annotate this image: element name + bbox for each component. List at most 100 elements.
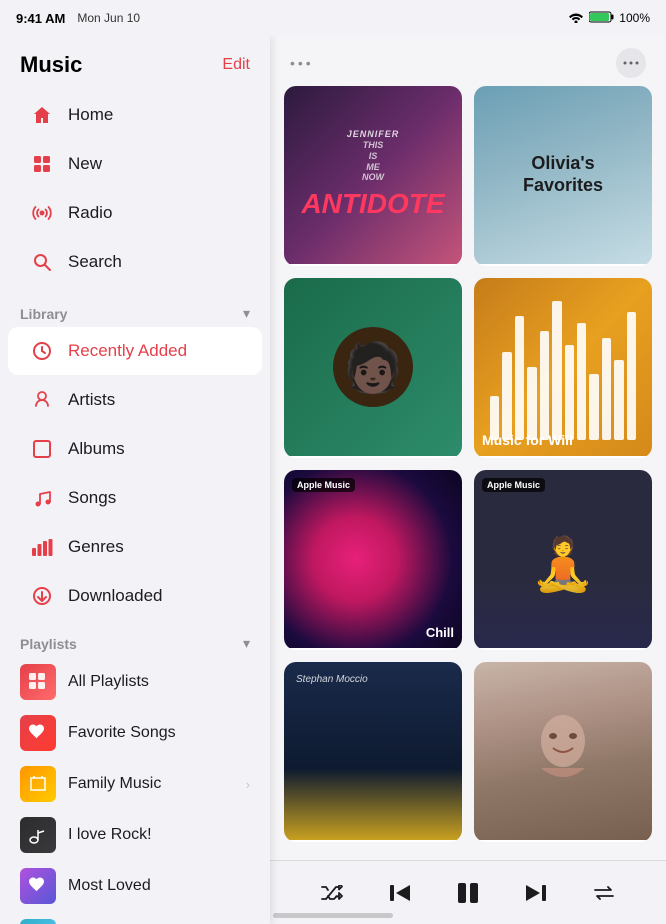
album-card-dannys-mix[interactable]: 🧑🏿 Danny's Mix Playlist — [284, 278, 462, 458]
album-card-in-my-room[interactable]: Apple Music 🧘 In My Room Apple Music Pop — [474, 470, 652, 650]
genres-icon — [28, 533, 56, 561]
family-music-label: Family Music — [68, 775, 246, 793]
playlist-thumb-irock — [20, 817, 56, 853]
album-info-shakira: Las Mujeres Ya No Lloran ★ Shakira — [474, 840, 652, 842]
recently-added-label: Recently Added — [68, 341, 187, 361]
playlist-thumb-most-loved — [20, 868, 56, 904]
album-art-in-my-room: Apple Music 🧘 — [474, 470, 652, 648]
playlists-list: All Playlists Favorite Songs Family Musi… — [0, 657, 270, 924]
albums-icon — [28, 435, 56, 463]
shuffle-button[interactable] — [314, 875, 350, 911]
sidebar-item-search[interactable]: Search — [8, 238, 262, 286]
battery-icon — [589, 11, 614, 26]
clock-icon — [28, 337, 56, 365]
new-icon — [28, 150, 56, 178]
main-content: ••• JENNIFER THIS IS ME NOW ANTIDOTE — [270, 36, 666, 924]
new-label: New — [68, 154, 102, 174]
playlist-thumb-favorites — [20, 715, 56, 751]
home-indicator — [273, 913, 393, 918]
memoji-danny: 🧑🏿 — [333, 327, 413, 407]
sidebar-header: Music Edit — [0, 36, 270, 86]
album-info-antidote: In Search Of The Antidote FLETCHER — [284, 264, 462, 266]
album-art-pop-chill: Apple Music Chill — [284, 470, 462, 648]
radio-label: Radio — [68, 203, 112, 223]
battery-percent: 100% — [619, 11, 650, 25]
sidebar-item-downloaded[interactable]: Downloaded — [8, 572, 262, 620]
playlist-item-family-music[interactable]: Family Music › — [0, 759, 270, 809]
most-loved-label: Most Loved — [68, 877, 250, 895]
repeat-button[interactable] — [586, 875, 622, 911]
status-time: 9:41 AM — [16, 11, 65, 26]
songs-label: Songs — [68, 488, 116, 508]
sidebar-item-radio[interactable]: Radio — [8, 189, 262, 237]
playlist-item-favorite-songs[interactable]: Favorite Songs — [0, 708, 270, 758]
album-info-in-my-room: In My Room Apple Music Pop — [474, 648, 652, 650]
album-info-will: Music for Will Playlist — [474, 456, 652, 458]
artists-icon — [28, 386, 56, 414]
playlists-label: Playlists — [20, 636, 77, 652]
app-container: Music Edit Home New — [0, 36, 666, 924]
playlist-thumb-most-played — [20, 919, 56, 924]
album-card-legends[interactable]: Stephan Moccio Legends, Myths and Lave..… — [284, 662, 462, 842]
favorite-songs-label: Favorite Songs — [68, 724, 250, 742]
artists-label: Artists — [68, 390, 115, 410]
all-playlists-label: All Playlists — [68, 673, 250, 691]
songs-icon — [28, 484, 56, 512]
sidebar-item-songs[interactable]: Songs — [8, 474, 262, 522]
apple-music-badge-room: Apple Music — [482, 478, 545, 492]
albums-label: Albums — [68, 439, 125, 459]
album-card-antidote[interactable]: JENNIFER THIS IS ME NOW ANTIDOTE In Sear… — [284, 86, 462, 266]
playlist-item-most-played[interactable]: Most Played — [0, 912, 270, 924]
header-dots: ••• — [290, 55, 314, 71]
album-card-olivia-favorites[interactable]: Olivia's Favorites Olivia's Favorites Pl… — [474, 86, 652, 266]
i-love-rock-label: I love Rock! — [68, 826, 250, 844]
edit-button[interactable]: Edit — [222, 56, 250, 74]
main-header: ••• — [270, 36, 666, 86]
album-art-olivia: Olivia's Favorites — [474, 86, 652, 264]
sidebar: Music Edit Home New — [0, 36, 270, 924]
genres-label: Genres — [68, 537, 124, 557]
radio-icon — [28, 199, 56, 227]
sidebar-item-home[interactable]: Home — [8, 91, 262, 139]
pop-chill-art-label: Chill — [426, 625, 454, 640]
waveform-will — [474, 278, 652, 456]
album-art-danny: 🧑🏿 — [284, 278, 462, 456]
family-music-chevron: › — [246, 777, 250, 792]
sidebar-title: Music — [20, 52, 82, 78]
library-items: Recently Added Artists Albums Songs — [0, 327, 270, 620]
album-art-shakira — [474, 662, 652, 840]
play-pause-button[interactable] — [450, 875, 486, 911]
status-bar: 9:41 AM Mon Jun 10 100% — [0, 0, 666, 36]
playlist-item-i-love-rock[interactable]: I love Rock! — [0, 810, 270, 860]
nav-section: Home New Radio — [0, 86, 270, 291]
next-button[interactable] — [518, 875, 554, 911]
downloaded-label: Downloaded — [68, 586, 163, 606]
home-label: Home — [68, 105, 113, 125]
album-art-legends: Stephan Moccio — [284, 662, 462, 840]
library-section-header: Library ▾ — [0, 291, 270, 326]
sidebar-item-genres[interactable]: Genres — [8, 523, 262, 571]
playlists-section-header: Playlists ▾ — [0, 621, 270, 656]
sidebar-item-new[interactable]: New — [8, 140, 262, 188]
albums-grid: JENNIFER THIS IS ME NOW ANTIDOTE In Sear… — [270, 86, 666, 874]
prev-button[interactable] — [382, 875, 418, 911]
album-info-olivia: Olivia's Favorites Playlist — [474, 264, 652, 266]
album-card-pop-chill[interactable]: Apple Music Chill Pop Chill Apple Music … — [284, 470, 462, 650]
more-button[interactable] — [616, 48, 646, 78]
sidebar-item-artists[interactable]: Artists — [8, 376, 262, 424]
sidebar-item-albums[interactable]: Albums — [8, 425, 262, 473]
album-info-legends: Legends, Myths and Lave... Stephan Mocci… — [284, 840, 462, 842]
album-info-pop-chill: Pop Chill Apple Music Pop — [284, 648, 462, 650]
playlist-item-all-playlists[interactable]: All Playlists — [0, 657, 270, 707]
status-date: Mon Jun 10 — [77, 11, 140, 25]
album-art-antidote: JENNIFER THIS IS ME NOW ANTIDOTE — [284, 86, 462, 264]
library-label: Library — [20, 306, 67, 322]
album-info-danny: Danny's Mix Playlist — [284, 456, 462, 458]
album-art-will: Music for Will — [474, 278, 652, 456]
search-label: Search — [68, 252, 122, 272]
playlist-item-most-loved[interactable]: Most Loved — [0, 861, 270, 911]
sidebar-item-recently-added[interactable]: Recently Added — [8, 327, 262, 375]
album-card-shakira[interactable]: Las Mujeres Ya No Lloran ★ Shakira — [474, 662, 652, 842]
playlist-thumb-family — [20, 766, 56, 802]
album-card-music-for-will[interactable]: Music for Will Music for Will Playlist — [474, 278, 652, 458]
